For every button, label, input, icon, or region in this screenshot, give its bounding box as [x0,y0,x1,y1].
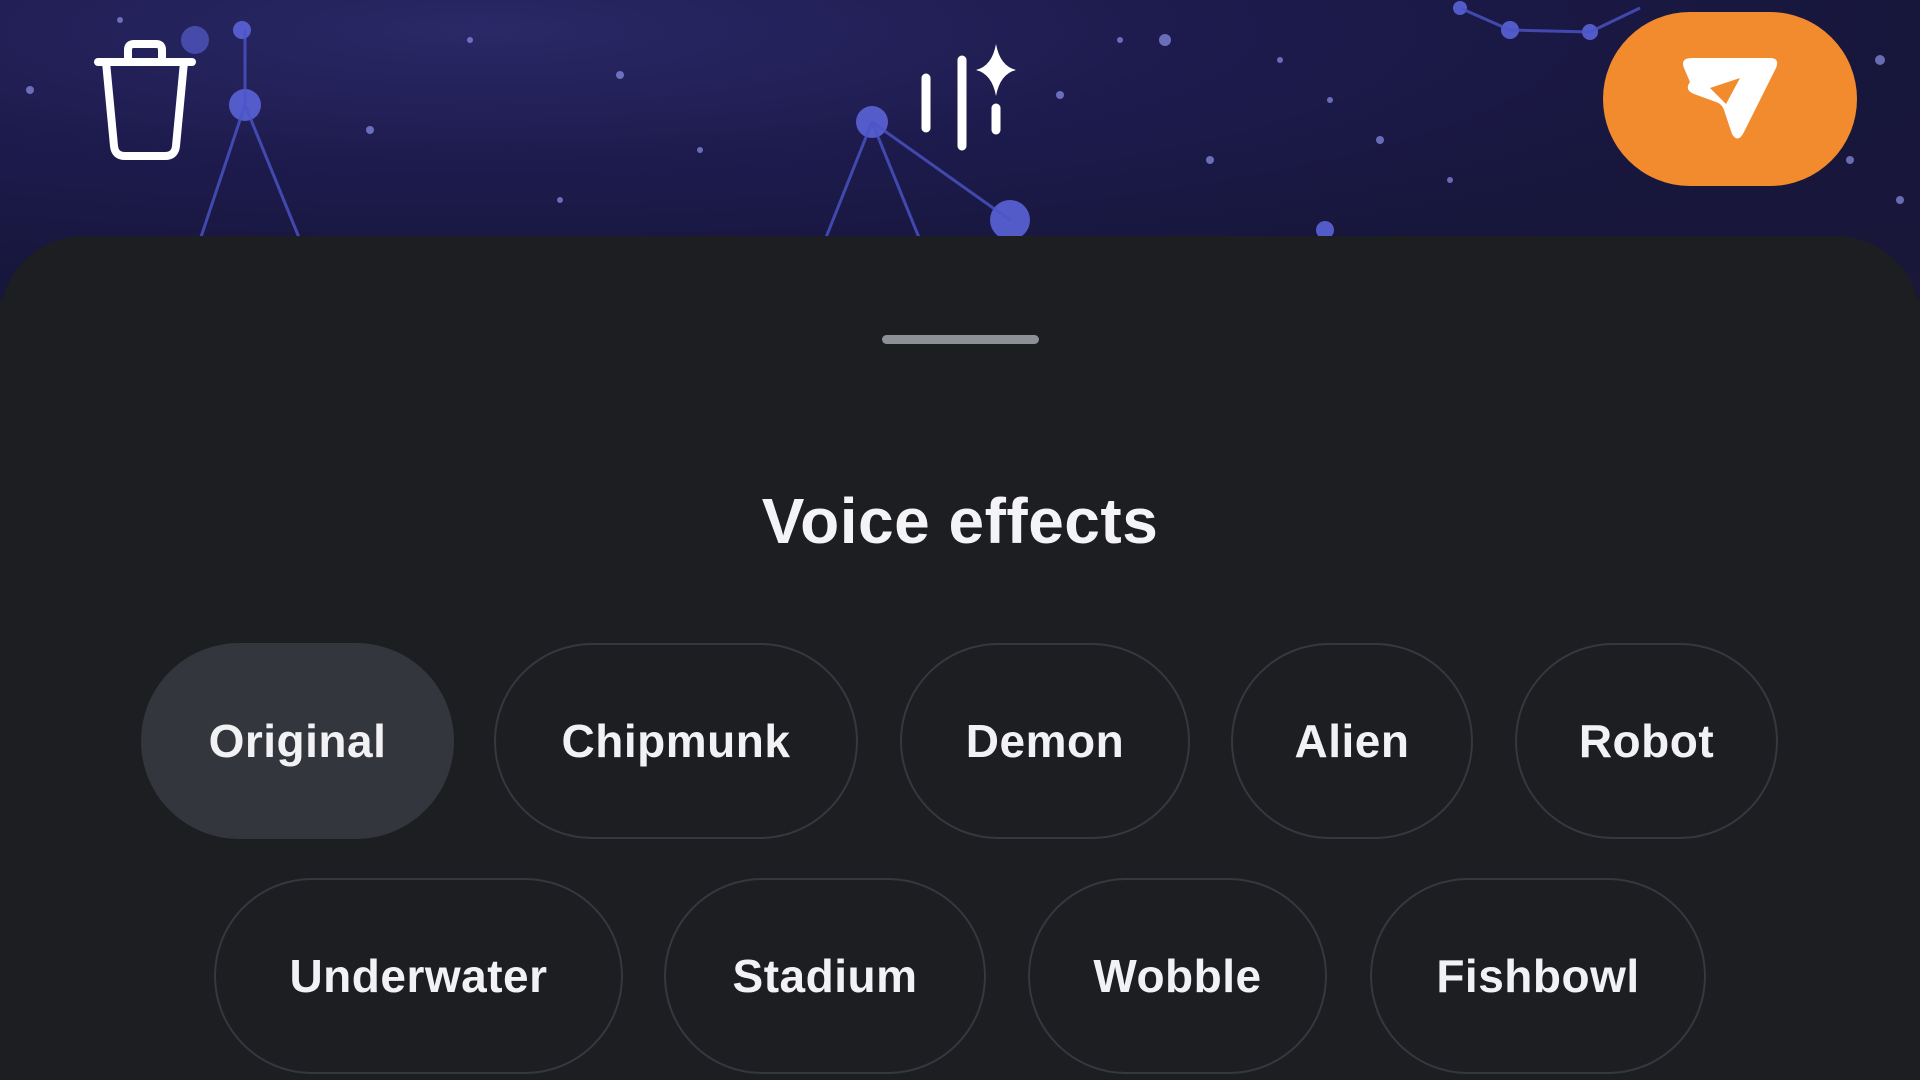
sheet-drag-handle[interactable] [882,335,1039,344]
delete-button[interactable] [80,30,210,170]
effect-chip-chipmunk[interactable]: Chipmunk [494,643,858,839]
effect-chip-fishbowl[interactable]: Fishbowl [1370,878,1706,1074]
voice-effects-sheet: Voice effects Original Chipmunk Demon Al… [0,236,1920,1080]
voice-effects-sparkle-icon [921,44,1016,151]
effect-chip-robot[interactable]: Robot [1515,643,1778,839]
voice-effects-toggle-button[interactable] [900,38,1025,158]
send-arrow-icon [1683,58,1778,139]
voice-effects-screen: Voice effects Original Chipmunk Demon Al… [0,0,1920,1080]
effect-chip-original[interactable]: Original [141,643,454,839]
effect-chip-stadium[interactable]: Stadium [664,878,986,1074]
trash-icon [94,40,196,160]
effect-chip-wobble[interactable]: Wobble [1028,878,1327,1074]
effect-chip-demon[interactable]: Demon [900,643,1190,839]
send-button[interactable] [1603,12,1857,186]
sheet-title: Voice effects [761,485,1159,557]
effect-chip-alien[interactable]: Alien [1231,643,1473,839]
effect-chip-underwater[interactable]: Underwater [214,878,623,1074]
